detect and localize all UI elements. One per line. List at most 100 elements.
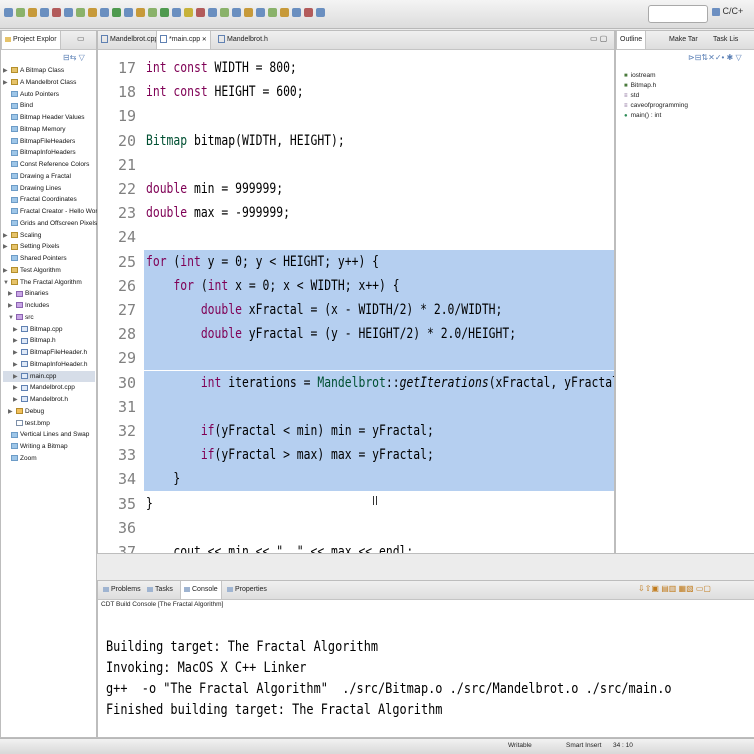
tree-item[interactable]: Grids and Offscreen Pixels <box>3 218 97 229</box>
expand-toggle-icon[interactable]: ▶ <box>13 348 21 359</box>
close-icon[interactable]: ✕ <box>200 37 207 43</box>
tree-item[interactable]: ▶ Mandelbrot.h <box>3 394 95 405</box>
toolbar-action-icon[interactable] <box>280 8 289 17</box>
expand-toggle-icon[interactable]: ▼ <box>3 278 11 289</box>
tree-item[interactable]: Auto Pointers <box>3 89 95 100</box>
tree-item[interactable]: ▶ Bitmap.h <box>3 335 95 346</box>
tab-outline[interactable]: Outline <box>616 31 647 49</box>
toolbar-action-icon[interactable] <box>184 8 193 17</box>
tree-item[interactable]: ▶ Bitmap.cpp <box>3 324 95 335</box>
toolbar-action-icon[interactable] <box>292 8 301 17</box>
expand-toggle-icon[interactable]: ▶ <box>3 231 11 242</box>
tab-editor-file[interactable]: *main.cpp ✕ <box>156 31 211 49</box>
tree-item[interactable]: Drawing a Fractal <box>3 171 95 182</box>
toolbar-action-icon[interactable] <box>16 8 25 17</box>
collapse-all-icon[interactable]: ⊟⇆ ▽ <box>63 53 85 62</box>
toolbar-action-icon[interactable] <box>196 8 205 17</box>
expand-toggle-icon[interactable]: ▶ <box>8 289 16 300</box>
tree-item[interactable]: Const Reference Colors <box>3 159 95 170</box>
toolbar-action-icon[interactable] <box>100 8 109 17</box>
code-area[interactable]: 17 int const WIDTH = 800; 18 int const HEIG… <box>98 50 614 553</box>
toolbar-action-icon[interactable] <box>88 8 97 17</box>
tree-item[interactable]: ▶ Test Algorithm <box>3 265 95 276</box>
toolbar-action-icon[interactable] <box>52 8 61 17</box>
minimize-icon[interactable]: ▭ ▢ <box>590 34 607 43</box>
toolbar-action-icon[interactable] <box>316 8 325 17</box>
toolbar-action-icon[interactable] <box>136 8 145 17</box>
outline-item[interactable]: ≡ caveofprogramming <box>624 101 688 110</box>
expand-toggle-icon[interactable]: ▶ <box>8 301 16 312</box>
tab-console[interactable]: Console <box>180 581 222 599</box>
tab-outline[interactable]: Make Tar <box>666 31 701 49</box>
expand-toggle-icon[interactable]: ▶ <box>3 242 11 253</box>
tree-item[interactable]: Fractal Creator - Hello Worl <box>3 206 99 217</box>
tree-item[interactable]: test.bmp <box>3 418 95 429</box>
expand-toggle-icon[interactable]: ▶ <box>13 372 21 383</box>
expand-toggle-icon[interactable]: ▶ <box>13 336 21 347</box>
toolbar-action-icon[interactable] <box>148 8 157 17</box>
tree-item[interactable]: BitmapInfoHeaders <box>3 147 95 158</box>
tree-item[interactable]: ▶ Debug <box>3 406 95 417</box>
expand-toggle-icon[interactable]: ▶ <box>13 325 21 336</box>
tab-tasks[interactable]: Tasks <box>144 581 176 599</box>
toolbar-action-icon[interactable] <box>40 8 49 17</box>
tab-properties[interactable]: Properties <box>224 581 270 599</box>
tab-project-explorer[interactable]: Project Explor <box>1 31 61 49</box>
tree-item[interactable]: ▶ main.cpp <box>3 370 95 383</box>
toolbar-action-icon[interactable] <box>64 8 73 17</box>
tree-item[interactable]: Drawing Lines <box>3 183 95 194</box>
tree-item[interactable]: ▶ BitmapFileHeader.h <box>3 347 95 358</box>
outline-item[interactable]: ■ iostream <box>624 71 656 80</box>
tree-item[interactable]: ▶ Setting Pixels <box>3 241 95 252</box>
console-toolbar-icons[interactable]: ⇩⇧▣ ▤▥ ▦▧ ▭▢ <box>638 584 711 593</box>
tree-item[interactable]: ▶ A Mandelbrot Class <box>3 77 95 88</box>
toolbar-action-icon[interactable] <box>160 8 169 17</box>
search-input[interactable] <box>648 5 708 23</box>
expand-toggle-icon[interactable]: ▶ <box>13 395 21 406</box>
tree-item[interactable]: Zoom <box>3 453 95 464</box>
tab-problems[interactable]: Problems <box>100 581 144 599</box>
toolbar-action-icon[interactable] <box>304 8 313 17</box>
expand-toggle-icon[interactable]: ▶ <box>3 78 11 89</box>
outline-item[interactable]: ● main() : int <box>624 111 661 120</box>
tree-item[interactable]: Bind <box>3 100 95 111</box>
expand-toggle-icon[interactable]: ▼ <box>8 313 16 324</box>
tree-item[interactable]: BitmapFileHeaders <box>3 136 95 147</box>
toolbar-action-icon[interactable] <box>172 8 181 17</box>
tree-item[interactable]: ▼ The Fractal Algorithm <box>3 277 95 288</box>
toolbar-action-icon[interactable] <box>76 8 85 17</box>
expand-toggle-icon[interactable]: ▶ <box>8 407 16 418</box>
toolbar-action-icon[interactable] <box>28 8 37 17</box>
tree-item[interactable]: ▶ A Bitmap Class <box>3 65 95 76</box>
tree-item[interactable]: Bitmap Memory <box>3 124 95 135</box>
tree-item[interactable]: Bitmap Header Values <box>3 112 95 123</box>
tree-item[interactable]: Fractal Coordinates <box>3 194 95 205</box>
perspective-switcher[interactable]: C/C+ <box>712 6 743 16</box>
tab-editor-file[interactable]: Mandelbrot.h <box>215 31 271 49</box>
tab-editor-file[interactable]: Mandelbrot.cpp <box>98 31 161 49</box>
outline-item[interactable]: ■ Bitmap.h <box>624 81 656 90</box>
tree-item[interactable]: ▶ BitmapInfoHeader.h <box>3 359 95 370</box>
tree-item[interactable]: ▶ Scaling <box>3 230 95 241</box>
toolbar-action-icon[interactable] <box>124 8 133 17</box>
toolbar-action-icon[interactable] <box>220 8 229 17</box>
outline-item[interactable]: ≡ std <box>624 91 639 100</box>
toolbar-action-icon[interactable] <box>208 8 217 17</box>
toolbar-action-icon[interactable] <box>268 8 277 17</box>
outline-toolbar-icons[interactable]: ⊳⊟⇅✕✓• ✱ ▽ <box>688 53 742 62</box>
expand-toggle-icon[interactable]: ▶ <box>13 383 21 394</box>
tree-item[interactable]: Writing a Bitmap <box>3 441 95 452</box>
toolbar-action-icon[interactable] <box>244 8 253 17</box>
expand-toggle-icon[interactable]: ▶ <box>3 266 11 277</box>
toolbar-action-icon[interactable] <box>4 8 13 17</box>
tab-outline[interactable]: Task Lis <box>710 31 741 49</box>
tree-item[interactable]: ▶ Includes <box>3 300 95 311</box>
toolbar-action-icon[interactable] <box>112 8 121 17</box>
minimize-icon[interactable]: ▭ <box>77 34 85 43</box>
tree-item[interactable]: ▶ Binaries <box>3 288 95 299</box>
toolbar-action-icon[interactable] <box>256 8 265 17</box>
tree-item[interactable]: Shared Pointers <box>3 253 95 264</box>
tree-item[interactable]: ▶ Mandelbrot.cpp <box>3 382 95 393</box>
expand-toggle-icon[interactable]: ▶ <box>3 66 11 77</box>
expand-toggle-icon[interactable]: ▶ <box>13 360 21 371</box>
